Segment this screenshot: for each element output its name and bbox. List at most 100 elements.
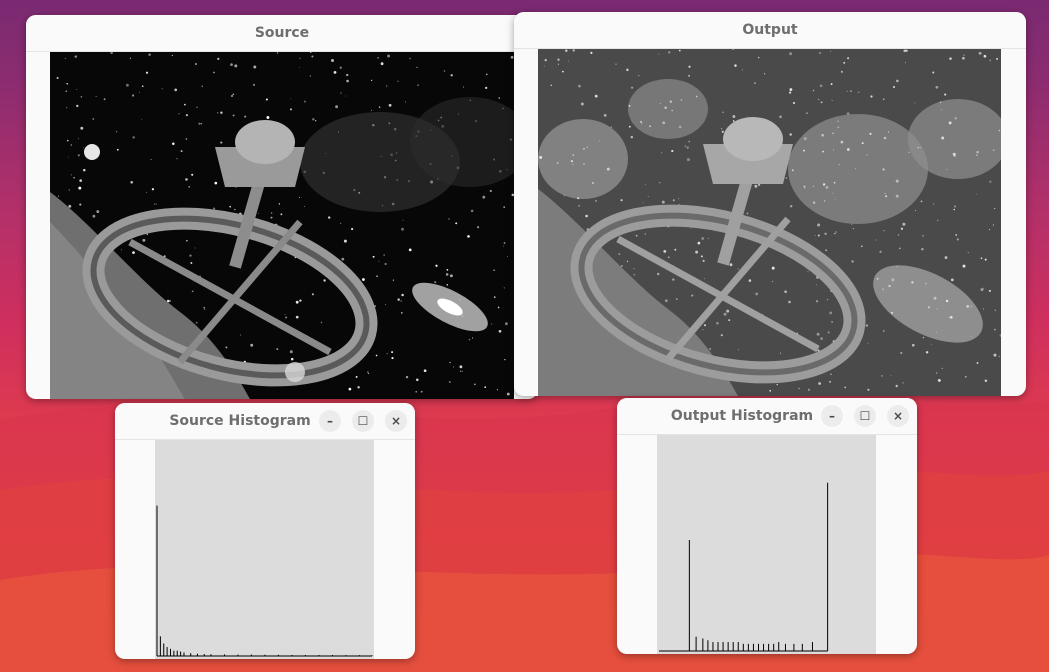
star	[151, 188, 154, 191]
star	[944, 93, 947, 96]
star	[932, 71, 935, 74]
star	[290, 108, 292, 111]
star	[265, 98, 268, 101]
star	[903, 49, 907, 53]
star	[686, 146, 689, 149]
star	[620, 199, 623, 202]
star	[785, 177, 788, 179]
source-histogram-chart	[156, 505, 373, 657]
star	[914, 209, 917, 212]
star	[837, 126, 840, 129]
output-histogram-titlebar[interactable]: Output Histogram – ☐ ×	[617, 398, 917, 435]
star	[178, 113, 180, 115]
star	[921, 248, 924, 251]
star	[195, 63, 197, 65]
star	[803, 185, 806, 188]
close-button[interactable]: ×	[887, 405, 909, 427]
star	[992, 149, 995, 152]
source-histogram-titlebar[interactable]: Source Histogram – ☐ ×	[115, 403, 415, 440]
star	[830, 373, 832, 376]
star	[312, 118, 315, 121]
star	[76, 104, 79, 108]
star	[936, 308, 938, 310]
star	[578, 205, 580, 207]
star	[434, 281, 437, 284]
star	[357, 386, 360, 389]
star	[822, 150, 824, 153]
star	[919, 147, 921, 149]
star	[583, 147, 585, 150]
star	[861, 142, 864, 145]
close-button[interactable]: ×	[385, 410, 407, 432]
output-image	[538, 49, 1001, 396]
star	[937, 378, 941, 382]
star	[504, 358, 506, 361]
star	[132, 251, 135, 254]
star	[939, 101, 942, 103]
star	[194, 247, 196, 249]
star	[280, 213, 283, 216]
star	[813, 185, 815, 187]
star	[331, 59, 334, 62]
output-titlebar[interactable]: Output	[514, 12, 1026, 49]
minimize-button[interactable]: –	[319, 410, 341, 432]
star	[882, 288, 884, 290]
star	[983, 308, 985, 310]
source-histogram-window[interactable]: Source Histogram – ☐ ×	[115, 403, 415, 659]
star	[764, 73, 766, 75]
star	[266, 116, 270, 119]
star	[386, 353, 388, 355]
star	[498, 97, 500, 99]
star	[462, 370, 464, 372]
source-image	[50, 52, 514, 399]
output-window[interactable]: Output	[514, 12, 1026, 396]
star	[846, 90, 848, 92]
star	[659, 103, 661, 104]
star	[618, 253, 621, 256]
star	[948, 316, 951, 318]
source-window[interactable]: Source	[26, 15, 538, 399]
star	[867, 342, 869, 344]
star	[858, 91, 860, 93]
space-station-image	[50, 52, 514, 399]
star	[453, 366, 454, 368]
star	[504, 322, 508, 326]
star	[387, 54, 391, 58]
minimize-button[interactable]: –	[821, 405, 843, 427]
star	[826, 298, 829, 301]
star	[565, 49, 568, 52]
star	[967, 251, 969, 254]
maximize-button[interactable]: ☐	[854, 405, 876, 427]
star	[346, 73, 349, 77]
maximize-button[interactable]: ☐	[352, 410, 374, 432]
star	[911, 343, 915, 347]
star	[732, 115, 736, 118]
star	[737, 349, 739, 351]
star	[678, 198, 680, 200]
star	[578, 84, 581, 88]
output-histogram-window[interactable]: Output Histogram – ☐ ×	[617, 398, 917, 654]
source-histogram-title: Source Histogram	[169, 413, 311, 429]
star	[649, 125, 652, 128]
star	[631, 86, 634, 89]
star	[417, 84, 419, 87]
star	[377, 57, 379, 59]
star	[345, 95, 347, 97]
star	[950, 278, 954, 282]
star	[798, 387, 800, 390]
star	[993, 328, 996, 331]
star	[171, 55, 173, 57]
star	[380, 62, 384, 66]
source-titlebar[interactable]: Source	[26, 15, 538, 52]
star	[837, 120, 839, 123]
star	[400, 300, 402, 302]
star	[807, 388, 811, 391]
star	[941, 109, 942, 111]
star	[161, 88, 163, 90]
star	[335, 105, 339, 109]
star	[498, 329, 502, 333]
star	[980, 288, 984, 292]
star	[590, 51, 593, 54]
star	[993, 353, 997, 357]
star	[620, 265, 623, 267]
